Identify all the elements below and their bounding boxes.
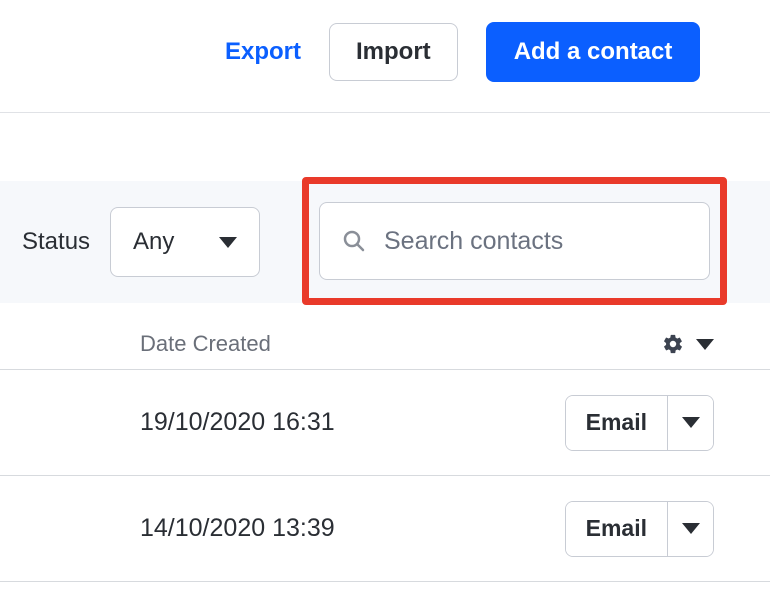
add-contact-button[interactable]: Add a contact	[486, 22, 701, 82]
table-header: Date Created	[0, 303, 770, 370]
row-action-split-button: Email	[565, 395, 714, 451]
status-label: Status	[22, 228, 90, 256]
table-row: 19/10/2020 16:31 Email	[0, 370, 770, 476]
row-action-dropdown[interactable]	[667, 502, 713, 556]
table-row: 14/10/2020 13:39 Email	[0, 476, 770, 582]
search-box[interactable]	[319, 202, 710, 280]
chevron-down-icon	[682, 417, 700, 428]
import-button[interactable]: Import	[329, 23, 458, 81]
chevron-down-icon	[696, 339, 714, 350]
status-select-value: Any	[133, 228, 174, 256]
filter-bar: Status Any	[0, 181, 770, 303]
top-toolbar: Export Import Add a contact	[0, 0, 770, 113]
chevron-down-icon	[682, 523, 700, 534]
column-settings[interactable]	[662, 333, 714, 355]
export-link[interactable]: Export	[225, 38, 301, 66]
email-button[interactable]: Email	[566, 502, 667, 556]
date-created-header: Date Created	[140, 331, 271, 357]
row-action-dropdown[interactable]	[667, 396, 713, 450]
email-button[interactable]: Email	[566, 396, 667, 450]
chevron-down-icon	[219, 237, 237, 248]
row-action-split-button: Email	[565, 501, 714, 557]
row-date: 14/10/2020 13:39	[140, 514, 335, 543]
status-select[interactable]: Any	[110, 207, 260, 277]
gear-icon	[662, 333, 684, 355]
search-icon	[342, 229, 366, 253]
search-input[interactable]	[382, 226, 687, 257]
row-date: 19/10/2020 16:31	[140, 408, 335, 437]
search-highlight-box	[302, 177, 727, 305]
